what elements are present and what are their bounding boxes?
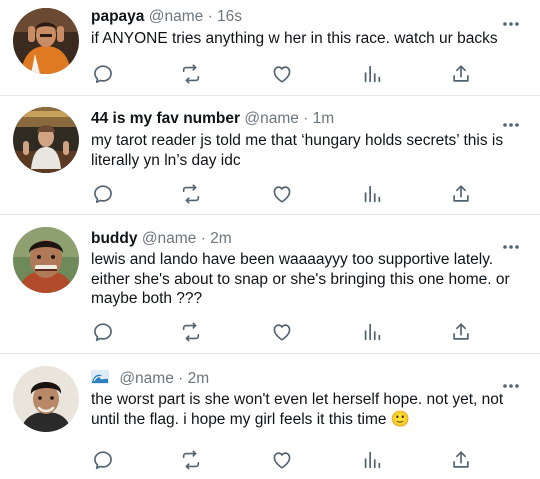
display-name[interactable]: 44 is my fav number xyxy=(91,110,240,127)
more-icon[interactable] xyxy=(502,237,520,243)
retweet-icon[interactable] xyxy=(180,321,202,343)
tweet-actions xyxy=(91,321,481,343)
handle[interactable]: @name xyxy=(119,370,174,387)
reply-icon[interactable] xyxy=(92,183,114,205)
more-icon[interactable] xyxy=(502,376,520,382)
timestamp[interactable]: 2m xyxy=(210,230,232,247)
timestamp[interactable]: 1m xyxy=(313,110,335,127)
tweet-text: lewis and lando have been waaaayyy too s… xyxy=(91,251,510,307)
reply-icon[interactable] xyxy=(92,449,114,471)
share-icon[interactable] xyxy=(450,449,472,471)
avatar[interactable] xyxy=(13,8,79,74)
display-name[interactable]: buddy xyxy=(91,230,138,247)
retweet-icon[interactable] xyxy=(180,63,202,85)
share-icon[interactable] xyxy=(450,321,472,343)
handle[interactable]: @name xyxy=(244,110,299,127)
views-icon[interactable] xyxy=(361,321,383,343)
tweet-actions xyxy=(91,63,481,85)
wave-emoji-icon xyxy=(91,370,109,384)
avatar[interactable] xyxy=(13,107,79,173)
retweet-icon[interactable] xyxy=(180,183,202,205)
tweet-text: the worst part is she won't even let her… xyxy=(91,391,504,428)
timestamp[interactable]: 2m xyxy=(188,370,210,387)
handle[interactable]: @name xyxy=(142,230,197,247)
handle[interactable]: @name xyxy=(149,8,204,25)
display-name[interactable]: papaya xyxy=(91,8,144,25)
share-icon[interactable] xyxy=(450,183,472,205)
like-icon[interactable] xyxy=(271,183,293,205)
avatar[interactable] xyxy=(13,366,79,432)
reply-icon[interactable] xyxy=(92,63,114,85)
share-icon[interactable] xyxy=(450,63,472,85)
tweet-header: @name · 2m xyxy=(91,369,500,389)
views-icon[interactable] xyxy=(361,183,383,205)
tweet-header: papaya @name · 16s xyxy=(91,7,500,27)
separator: · xyxy=(200,230,206,247)
like-icon[interactable] xyxy=(271,449,293,471)
retweet-icon[interactable] xyxy=(180,449,202,471)
views-icon[interactable] xyxy=(361,63,383,85)
tweet-header: buddy @name · 2m xyxy=(91,229,500,249)
tweet[interactable]: @name · 2m the worst part is she won't e… xyxy=(0,354,540,479)
tweet-actions xyxy=(91,183,481,205)
avatar[interactable] xyxy=(13,227,79,293)
tweet-actions xyxy=(91,449,481,471)
timestamp[interactable]: 16s xyxy=(217,8,242,25)
like-icon[interactable] xyxy=(271,321,293,343)
separator: · xyxy=(178,370,184,387)
tweet[interactable]: buddy @name · 2m lewis and lando have be… xyxy=(0,215,540,354)
like-icon[interactable] xyxy=(271,63,293,85)
tweet-text: my tarot reader js told me that ‘hungary… xyxy=(91,132,504,169)
tweet-header: 44 is my fav number @name · 1m xyxy=(91,109,500,129)
separator: · xyxy=(207,8,213,25)
views-icon[interactable] xyxy=(361,449,383,471)
tweet[interactable]: 44 is my fav number @name · 1m my tarot … xyxy=(0,96,540,215)
tweet[interactable]: papaya @name · 16s if ANYONE tries anyth… xyxy=(0,0,540,96)
more-icon[interactable] xyxy=(502,14,520,20)
more-icon[interactable] xyxy=(502,115,520,121)
reply-icon[interactable] xyxy=(92,321,114,343)
separator: · xyxy=(303,110,309,127)
tweet-text: if ANYONE tries anything w her in this r… xyxy=(91,30,498,47)
